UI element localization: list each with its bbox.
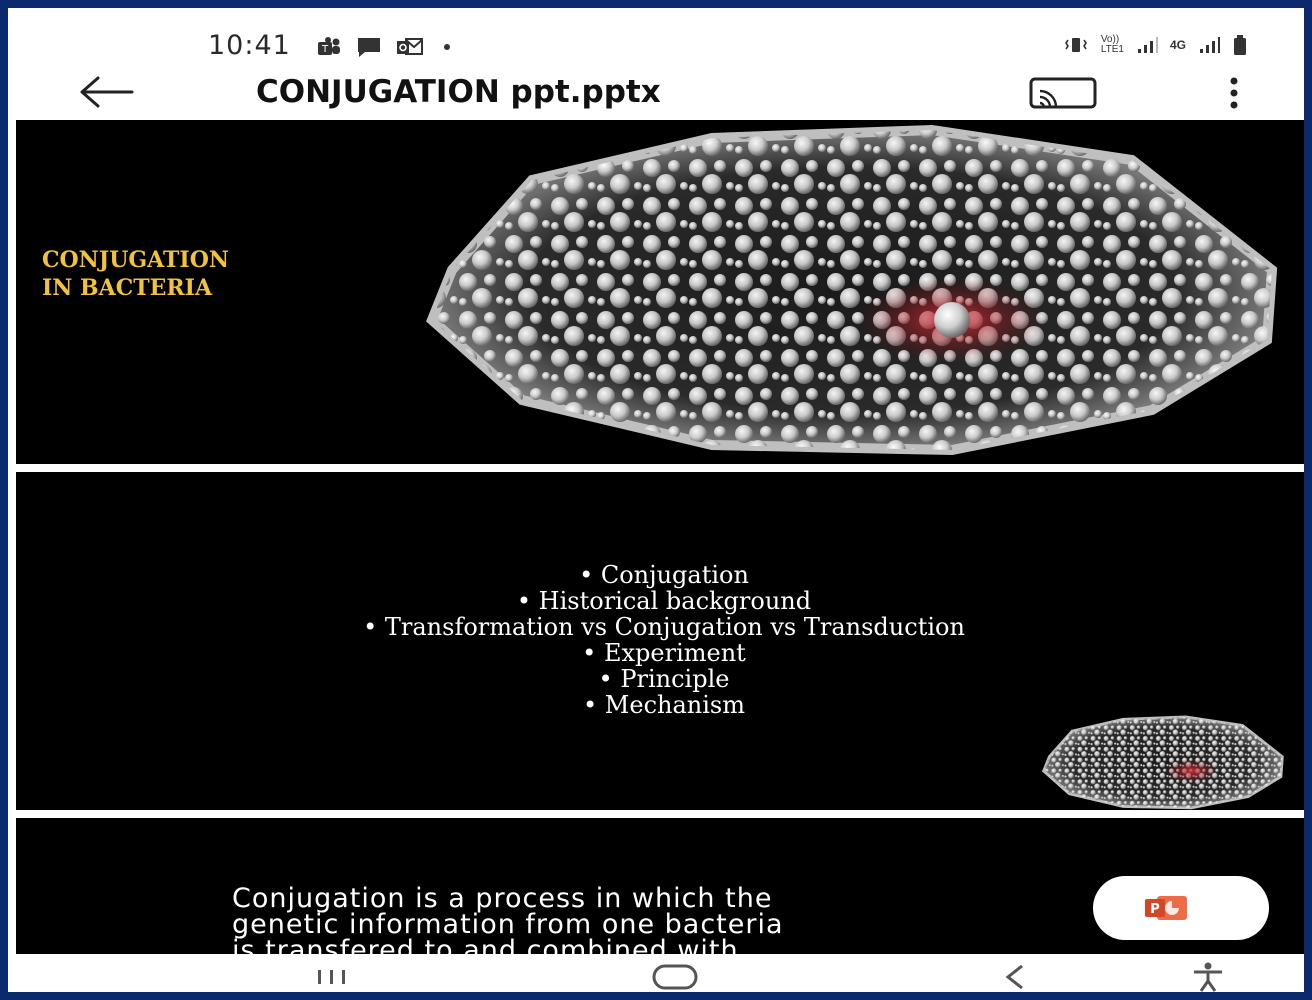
- document-title: CONJUGATION ppt.pptx: [256, 74, 661, 110]
- lte-text: LTE1: [1100, 44, 1124, 55]
- navigation-bar: [16, 954, 1304, 994]
- slide-3-text: Conjugation is a process in which the ge…: [232, 885, 784, 954]
- volte-lte1-icon: Vo)) LTE1: [1101, 35, 1124, 55]
- svg-text:T: T: [321, 44, 329, 55]
- recents-icon[interactable]: [312, 960, 352, 994]
- powerpoint-badge-letter: P: [1150, 902, 1160, 917]
- app-bar: CONJUGATION ppt.pptx: [16, 66, 1304, 120]
- bullet-item: Historical background: [16, 588, 1304, 614]
- cast-icon[interactable]: [1028, 76, 1098, 110]
- slide-1-title: CONJUGATION IN BACTERIA: [42, 246, 229, 302]
- slide-3-text-line-3: is transfered to and combined with: [232, 935, 739, 954]
- network-4g-text: 4G: [1169, 38, 1186, 52]
- bullet-item: Transformation vs Conjugation vs Transdu…: [16, 614, 1304, 640]
- signal-icon: [1137, 37, 1158, 53]
- more-options-icon[interactable]: [1224, 74, 1244, 112]
- slide-2[interactable]: Conjugation Historical background Transf…: [16, 472, 1304, 810]
- status-bar: 10:41 T Vo)) LTE1 4G: [16, 16, 1304, 66]
- bullet-item: Conjugation: [16, 562, 1304, 588]
- system-icons: Vo)) LTE1 4G: [1063, 34, 1248, 56]
- bullet-item: Principle: [16, 666, 1304, 692]
- slide-1[interactable]: CONJUGATION IN BACTERIA: [16, 120, 1304, 464]
- slide-1-title-line-1: CONJUGATION: [42, 247, 229, 273]
- message-icon: [358, 38, 380, 57]
- outlook-icon: [397, 38, 423, 55]
- bullet-item: Experiment: [16, 640, 1304, 666]
- phone-screen: 10:41 T Vo)) LTE1 4G CONJUGATION ppt.ppt…: [0, 0, 1312, 1000]
- back-arrow-icon[interactable]: [76, 72, 136, 112]
- powerpoint-icon: P: [1145, 896, 1187, 920]
- vibrate-icon: [1064, 38, 1087, 52]
- back-icon[interactable]: [1000, 960, 1030, 994]
- slide-2-bullet-list: Conjugation Historical background Transf…: [16, 562, 1304, 718]
- accessibility-icon[interactable]: [1188, 960, 1228, 994]
- bacterium-illustration: [426, 124, 1278, 456]
- dot-icon: [444, 44, 450, 50]
- teams-icon: T: [318, 37, 340, 55]
- home-icon[interactable]: [650, 960, 700, 994]
- slide-1-title-line-2: IN BACTERIA: [42, 275, 213, 301]
- status-time: 10:41: [208, 30, 291, 61]
- open-in-powerpoint-button[interactable]: P: [1093, 876, 1269, 940]
- signal-icon: [1200, 37, 1220, 53]
- slides-list[interactable]: CONJUGATION IN BACTERIA • Conjugation • …: [16, 120, 1304, 954]
- bacterium-thumbnail: [1041, 715, 1284, 810]
- notification-icons: T: [316, 36, 456, 58]
- battery-icon: [1234, 35, 1246, 55]
